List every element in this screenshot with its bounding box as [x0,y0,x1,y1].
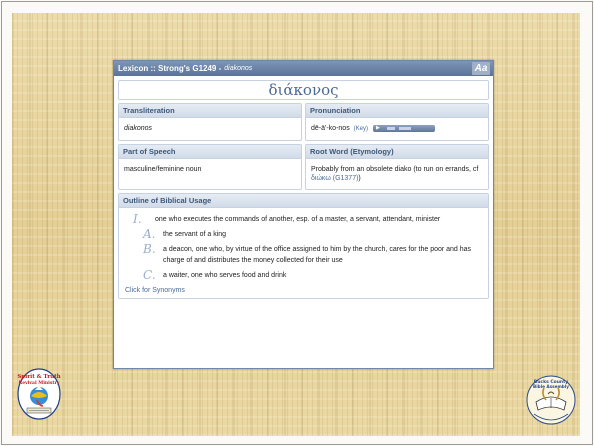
transliteration-value: diakonos [124,125,153,132]
outline-text: a waiter, one who serves food and drink [163,272,287,279]
pronunciation-key-link[interactable]: (Key) [354,126,368,132]
lexicon-title-word: diakonos [224,65,253,72]
root-word-box: Root Word (Etymology) Probably from an o… [305,144,489,190]
root-word-heading: Root Word (Etymology) [306,145,488,159]
pronunciation-body: dē-ä'-ko-nos (Key) ▶ [306,118,488,140]
outline-text: the servant of a king [163,231,227,238]
root-word-body: Probably from an obsolete diako (to run … [306,159,488,189]
outline-item: I. one who executes the commands of anot… [125,212,484,226]
logo-left-text-mid: Revival Ministry [18,380,59,386]
greek-headword: διάκονος [118,80,489,100]
outline-box: Outline of Biblical Usage I. one who exe… [118,193,489,299]
transliteration-box: Transliteration diakonos [118,103,302,141]
bucks-county-bible-assembly-logo: Bucks County Bible Assembly [526,375,576,425]
part-of-speech-box: Part of Speech masculine/feminine noun [118,144,302,190]
outline-marker: I. [133,212,142,226]
outline-item: A. the servant of a king [125,227,484,241]
part-of-speech-heading: Part of Speech [119,145,301,159]
lexicon-row-2: Part of Speech masculine/feminine noun R… [118,144,489,190]
logo-right-text-mid: Bible Assembly [533,384,569,389]
play-icon[interactable]: ▶ [376,125,380,131]
outline-text: one who executes the commands of another… [155,216,441,223]
outline-body: I. one who executes the commands of anot… [119,208,488,298]
audio-segment-icon [386,126,395,130]
outline-marker: A. [143,227,156,241]
outline-item: C. a waiter, one who serves food and dri… [125,268,484,282]
part-of-speech-value: masculine/feminine noun [124,166,202,173]
transliteration-heading: Transliteration [119,104,301,118]
lexicon-title: Lexicon :: Strong's G1249 - [118,64,222,73]
audio-player[interactable]: ▶ [372,124,435,132]
root-word-link[interactable]: διώκω (G1377) [311,175,358,182]
outline-heading: Outline of Biblical Usage [119,194,488,208]
lexicon-panel: Lexicon :: Strong's G1249 - diakonos Aa … [113,60,494,369]
spirit-and-truth-revival-ministry-logo: Spirit & Truth Revival Ministry [17,368,61,420]
font-size-button[interactable]: Aa [472,62,490,75]
pronunciation-heading: Pronunciation [306,104,488,118]
lexicon-row-1: Transliteration diakonos Pronunciation d… [118,103,489,141]
outline-item: B. a deacon, one who, by virtue of the o… [125,242,484,266]
logo-left-text-top: Spirit & Truth [17,374,60,380]
pronunciation-value: dē-ä'-ko-nos [311,125,350,132]
root-word-suffix: ) [358,175,361,182]
outline-marker: B. [143,242,156,256]
root-word-value: Probably from an obsolete diako (to run … [311,166,479,173]
outline-marker: C. [143,268,156,282]
synonyms-link[interactable]: Click for Synonyms [125,285,484,294]
lexicon-titlebar: Lexicon :: Strong's G1249 - diakonos Aa [114,61,493,76]
pronunciation-box: Pronunciation dē-ä'-ko-nos (Key) ▶ [305,103,489,141]
outline-text: a deacon, one who, by virtue of the offi… [163,246,472,264]
audio-progress-icon [398,126,411,130]
